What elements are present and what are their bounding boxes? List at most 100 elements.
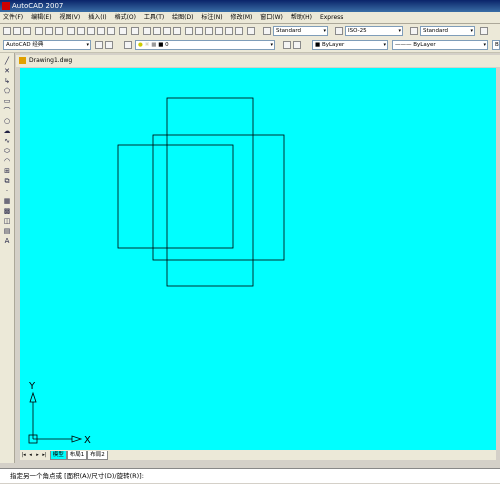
calculator-icon[interactable] — [235, 27, 243, 35]
zoom-window-icon[interactable] — [163, 27, 171, 35]
tab-layout1[interactable]: 布局1 — [66, 451, 88, 460]
layer-select[interactable]: ● ☼ ■ ■ 0 ▾ — [135, 40, 275, 50]
lineweight-select[interactable]: By — [492, 40, 500, 50]
make-current-layer-icon[interactable] — [283, 41, 291, 49]
menu-format[interactable]: 格式(O) — [112, 12, 139, 23]
first-tab-icon[interactable]: |◂ — [20, 450, 27, 460]
properties-icon[interactable] — [185, 27, 193, 35]
line-icon[interactable]: ╱ — [3, 57, 11, 65]
hatch-icon[interactable]: ▦ — [3, 197, 11, 205]
canvas-geometry: Y X — [28, 97, 285, 446]
menu-dimension[interactable]: 标注(N) — [198, 12, 225, 23]
arc-icon[interactable]: ⌒ — [3, 107, 11, 115]
rectangle-left[interactable] — [117, 144, 234, 249]
copy-icon[interactable] — [77, 27, 85, 35]
circle-icon[interactable]: ○ — [3, 117, 11, 125]
color-select[interactable]: ■ ByLayer ▾ — [312, 40, 388, 50]
last-tab-icon[interactable]: ▸| — [41, 450, 48, 460]
insert-block-icon[interactable]: ⊞ — [3, 167, 11, 175]
tool-palettes-icon[interactable] — [205, 27, 213, 35]
layers-toolbar: AutoCAD 经典 ▾ ● ☼ ■ ■ 0 ▾ ■ ByLayer ▾ ——— By… — [0, 38, 500, 53]
polygon-icon[interactable]: ⬠ — [3, 87, 11, 95]
lock-icon: ■ — [151, 42, 157, 48]
design-center-icon[interactable] — [195, 27, 203, 35]
autocad-app-icon — [2, 2, 10, 10]
multiline-text-icon[interactable]: A — [3, 237, 11, 245]
layer-manager-icon[interactable] — [124, 41, 132, 49]
rectangle-large[interactable] — [152, 134, 285, 261]
menu-draw[interactable]: 绘图(D) — [169, 12, 196, 23]
region-icon[interactable]: ◫ — [3, 217, 11, 225]
publish-icon[interactable] — [55, 27, 63, 35]
sheet-set-icon[interactable] — [215, 27, 223, 35]
make-block-icon[interactable]: ⧉ — [3, 177, 11, 185]
standard-toolbar: Standard ▾ ISO-25 ▾ Standard ▾ — [0, 24, 500, 39]
markup-icon[interactable] — [225, 27, 233, 35]
next-tab-icon[interactable]: ▸ — [34, 450, 41, 460]
spline-icon[interactable]: ∿ — [3, 137, 11, 145]
cut-icon[interactable] — [67, 27, 75, 35]
table-style-icon[interactable] — [410, 27, 418, 35]
open-file-icon[interactable] — [13, 27, 21, 35]
save-workspace-icon[interactable] — [105, 41, 113, 49]
table-style-select[interactable]: Standard ▾ — [420, 26, 475, 36]
print-preview-icon[interactable] — [45, 27, 53, 35]
menu-file[interactable]: 文件(F) — [0, 12, 26, 23]
lightbulb-icon: ● — [138, 42, 143, 48]
command-line[interactable]: 指定另一个角点或 [面积(A)/尺寸(D)/旋转(R)]: — [0, 468, 500, 483]
text-style-icon[interactable] — [263, 27, 271, 35]
tab-model[interactable]: 模型 — [49, 451, 67, 460]
block-editor-icon[interactable] — [107, 27, 115, 35]
menu-window[interactable]: 窗口(W) — [257, 12, 286, 23]
rectangle-icon[interactable]: ▭ — [3, 97, 11, 105]
zoom-realtime-icon[interactable] — [153, 27, 161, 35]
gradient-icon[interactable]: ▩ — [3, 207, 11, 215]
pan-icon[interactable] — [143, 27, 151, 35]
title-bar: AutoCAD 2007 — [0, 0, 500, 12]
table-icon[interactable]: ▤ — [3, 227, 11, 235]
polyline-icon[interactable]: ↳ — [3, 77, 11, 85]
point-icon[interactable]: · — [3, 187, 11, 195]
ucs-y-label: Y — [28, 381, 36, 392]
construction-line-icon[interactable]: ✕ — [3, 67, 11, 75]
paste-icon[interactable] — [87, 27, 95, 35]
zoom-previous-icon[interactable] — [173, 27, 181, 35]
menu-modify[interactable]: 修改(M) — [228, 12, 256, 23]
menu-insert[interactable]: 插入(I) — [85, 12, 109, 23]
save-icon[interactable] — [23, 27, 31, 35]
menu-bar: 文件(F) 编辑(E) 视图(V) 插入(I) 格式(O) 工具(T) 绘图(D… — [0, 12, 500, 24]
revision-cloud-icon[interactable]: ☁ — [3, 127, 11, 135]
redo-icon[interactable] — [131, 27, 139, 35]
more-toolbar-icon[interactable] — [480, 27, 488, 35]
sun-freeze-icon: ☼ — [144, 42, 150, 48]
menu-help[interactable]: 帮助(H) — [288, 12, 315, 23]
menu-tools[interactable]: 工具(T) — [141, 12, 167, 23]
linetype-select[interactable]: ——— ByLayer ▾ — [392, 40, 488, 50]
layout-tab-bar: |◂ ◂ ▸ ▸| 模型 布局1 布局2 — [20, 450, 496, 460]
document-name: Drawing1.dwg — [29, 57, 73, 64]
tab-layout2[interactable]: 布局2 — [87, 451, 108, 460]
help-icon[interactable] — [247, 27, 255, 35]
menu-view[interactable]: 视图(V) — [56, 12, 83, 23]
ellipse-icon[interactable]: ⬭ — [3, 147, 11, 155]
dim-style-icon[interactable] — [335, 27, 343, 35]
workspace-settings-icon[interactable] — [95, 41, 103, 49]
print-icon[interactable] — [35, 27, 43, 35]
layer-color-swatch: ■ — [158, 42, 164, 48]
undo-icon[interactable] — [119, 27, 127, 35]
menu-express[interactable]: Express — [317, 12, 346, 23]
drawing-canvas[interactable]: Y X — [20, 68, 496, 450]
drawing-window: Drawing1.dwg Y X |◂ ◂ ▸ ▸| 模型 布局1 布局2 — [16, 55, 500, 465]
rectangle-tall[interactable] — [166, 97, 254, 287]
menu-edit[interactable]: 编辑(E) — [28, 12, 54, 23]
layer-previous-icon[interactable] — [293, 41, 301, 49]
command-prompt: 指定另一个角点或 [面积(A)/尺寸(D)/旋转(R)]: — [10, 472, 144, 480]
ucs-x-label: X — [84, 435, 91, 446]
ellipse-arc-icon[interactable]: ◠ — [3, 157, 11, 165]
new-file-icon[interactable] — [3, 27, 11, 35]
workspace-select[interactable]: AutoCAD 经典 ▾ — [3, 40, 91, 50]
prev-tab-icon[interactable]: ◂ — [27, 450, 34, 460]
match-properties-icon[interactable] — [97, 27, 105, 35]
dim-style-select[interactable]: ISO-25 ▾ — [345, 26, 403, 36]
text-style-select[interactable]: Standard ▾ — [273, 26, 328, 36]
